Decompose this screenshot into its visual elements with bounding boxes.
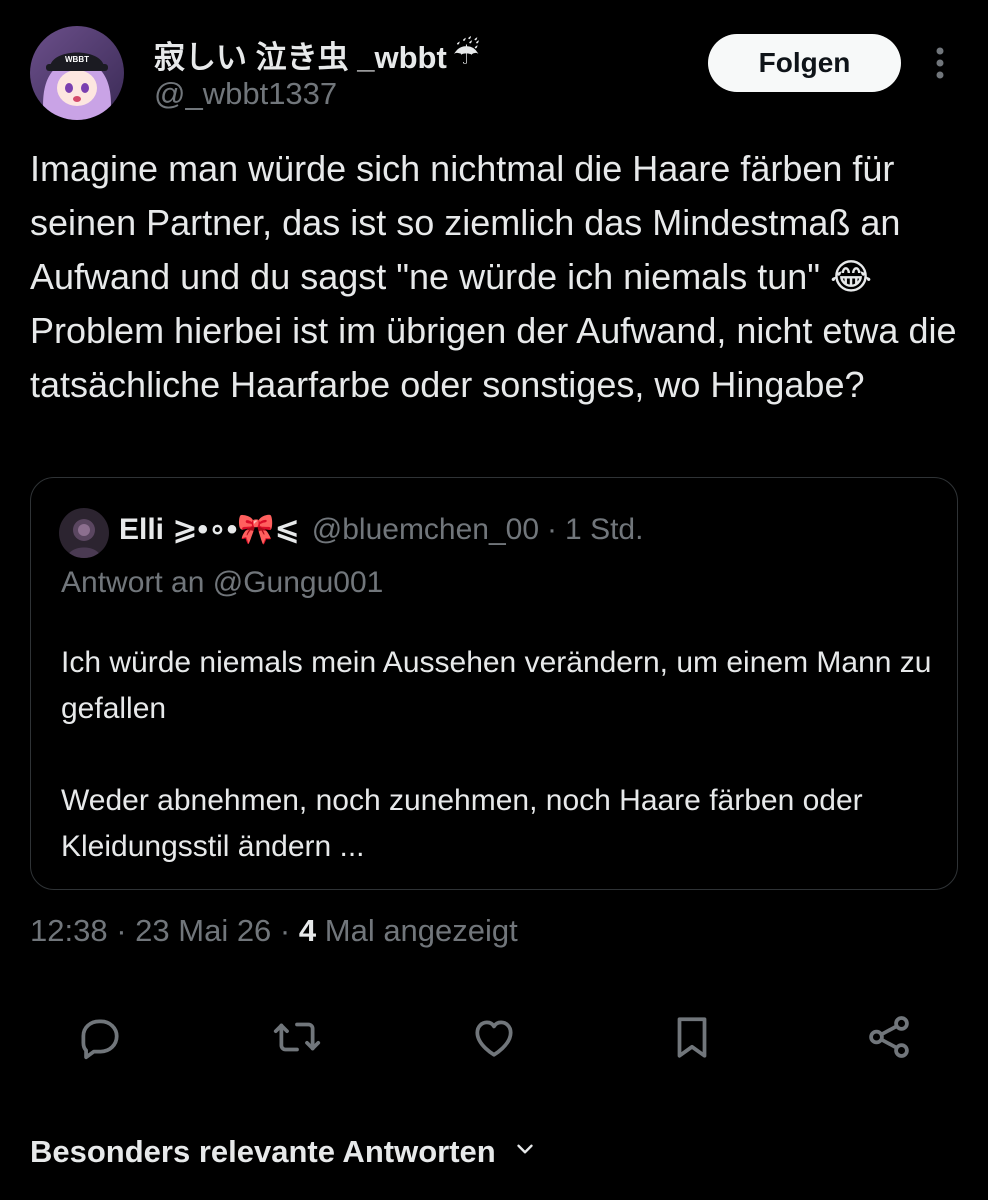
author-avatar[interactable]: WBBT bbox=[30, 26, 124, 120]
quoted-time[interactable]: 1 Std. bbox=[565, 513, 643, 547]
avatar-cap-text: WBBT bbox=[65, 55, 89, 64]
tweet-header: WBBT 寂しい 泣き虫 _wbbt ☔ @_wbbt1337 Folgen bbox=[30, 26, 958, 120]
like-icon[interactable] bbox=[469, 1012, 519, 1062]
quoted-reply-to[interactable]: Antwort an @Gungu001 bbox=[61, 566, 383, 600]
author-handle[interactable]: @_wbbt1337 bbox=[154, 76, 337, 112]
more-vertical-icon[interactable] bbox=[922, 44, 958, 82]
quoted-avatar-icon bbox=[59, 508, 109, 558]
quoted-tweet[interactable]: Elli ⩾•∘•🎀⩽ @bluemchen_00 · 1 Std. Antwo… bbox=[30, 477, 958, 890]
umbrella-emoji-icon: ☔ bbox=[452, 37, 480, 71]
tweet-text: Imagine man würde sich nichtmal die Haar… bbox=[30, 148, 967, 405]
bookmark-icon[interactable] bbox=[667, 1012, 717, 1062]
action-bar bbox=[0, 1012, 988, 1072]
share-icon[interactable] bbox=[864, 1012, 914, 1062]
retweet-icon[interactable] bbox=[272, 1012, 322, 1062]
meta-separator-2: · bbox=[279, 913, 291, 948]
author-display-name[interactable]: 寂しい 泣き虫 _wbbt ☔ bbox=[154, 32, 480, 77]
avatar-anime-girl-icon: WBBT bbox=[30, 26, 124, 120]
replies-sort-dropdown[interactable]: Besonders relevante Antworten bbox=[30, 1134, 538, 1170]
tweet-time[interactable]: 12:38 bbox=[30, 913, 108, 948]
meta-separator-1: · bbox=[116, 913, 127, 948]
views-count: 4 bbox=[298, 913, 317, 948]
quoted-display-name[interactable]: Elli ⩾•∘•🎀⩽ bbox=[119, 512, 300, 547]
quoted-paragraph-2: Weder abnehmen, noch zunehmen, noch Haar… bbox=[61, 784, 863, 863]
views-label: Mal angezeigt bbox=[324, 913, 518, 948]
author-name-text: 寂しい 泣き虫 _wbbt bbox=[154, 40, 447, 75]
quoted-paragraph-1: Ich würde niemals mein Aussehen veränder… bbox=[61, 646, 932, 725]
tweet-meta: 12:38 · 23 Mai 26 · 4 Mal angezeigt bbox=[30, 913, 518, 949]
chevron-down-icon bbox=[512, 1134, 538, 1170]
quoted-headline: Elli ⩾•∘•🎀⩽ @bluemchen_00 · 1 Std. bbox=[119, 512, 643, 547]
reply-icon[interactable] bbox=[74, 1012, 124, 1062]
replies-sort-label: Besonders relevante Antworten bbox=[30, 1134, 496, 1169]
quoted-text: Ich würde niemals mein Aussehen veränder… bbox=[61, 640, 941, 916]
quoted-author-avatar[interactable] bbox=[59, 508, 109, 558]
quoted-separator: · bbox=[547, 512, 558, 546]
tweet-date[interactable]: 23 Mai 26 bbox=[135, 913, 271, 948]
quoted-handle[interactable]: @bluemchen_00 bbox=[312, 513, 539, 547]
follow-button[interactable]: Folgen bbox=[708, 34, 901, 92]
